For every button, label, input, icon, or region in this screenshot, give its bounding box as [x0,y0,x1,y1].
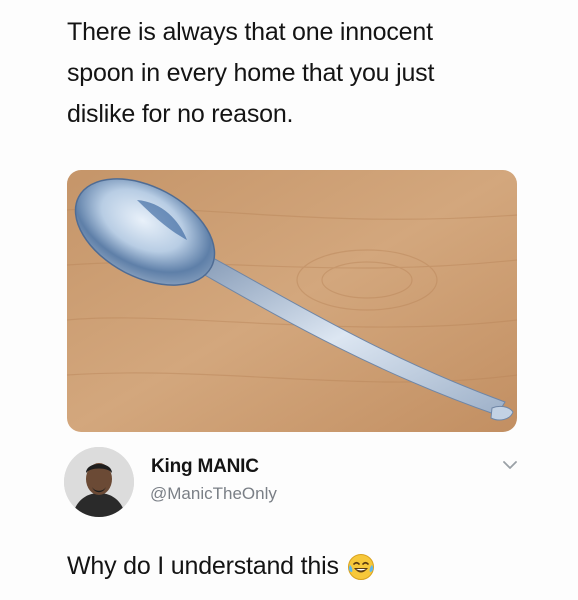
chevron-down-icon[interactable] [502,458,518,470]
reply-tweet: King MANIC @ManicTheOnly Why do I unders… [0,440,578,600]
user-handle[interactable]: @ManicTheOnly [150,484,277,504]
reply-text: Why do I understand this [67,552,339,580]
caption-line: spoon in every home that you just [67,59,435,87]
avatar[interactable] [64,447,134,517]
caption-line: dislike for no reason. [67,100,294,128]
caption-line: There is always that one innocent [67,18,433,46]
user-avatar-image [64,447,134,517]
laughing-crying-emoji-icon [347,553,375,581]
display-name[interactable]: King MANIC [151,456,259,478]
reply-body: Why do I understand this [67,552,375,581]
spoon-on-wood-image [67,170,517,432]
post-caption: There is always that one innocent spoon … [67,12,537,135]
spoon-photo[interactable] [67,170,517,432]
